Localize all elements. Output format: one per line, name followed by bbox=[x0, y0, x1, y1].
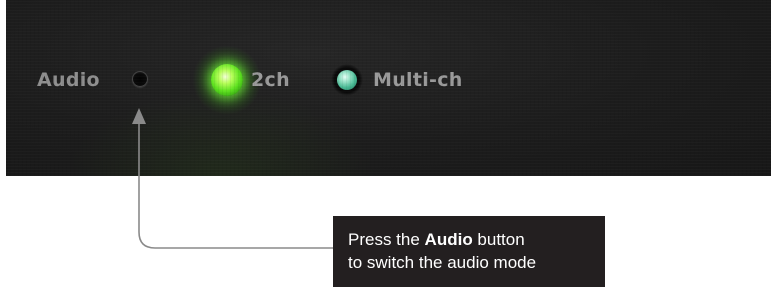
instruction-callout: Press the Audio button to switch the aud… bbox=[333, 216, 605, 287]
connector-line bbox=[138, 122, 333, 249]
callout-audio-keyword: Audio bbox=[424, 230, 473, 249]
callout-suffix: button bbox=[472, 230, 525, 249]
audio-mode-illustration: Audio 2ch Multi-ch Press the Audio butto… bbox=[0, 0, 771, 287]
callout-line-1: Press the Audio button bbox=[348, 228, 591, 251]
callout-line-2: to switch the audio mode bbox=[348, 253, 537, 272]
callout-prefix: Press the bbox=[348, 230, 425, 249]
arrow-up-icon bbox=[132, 108, 146, 124]
